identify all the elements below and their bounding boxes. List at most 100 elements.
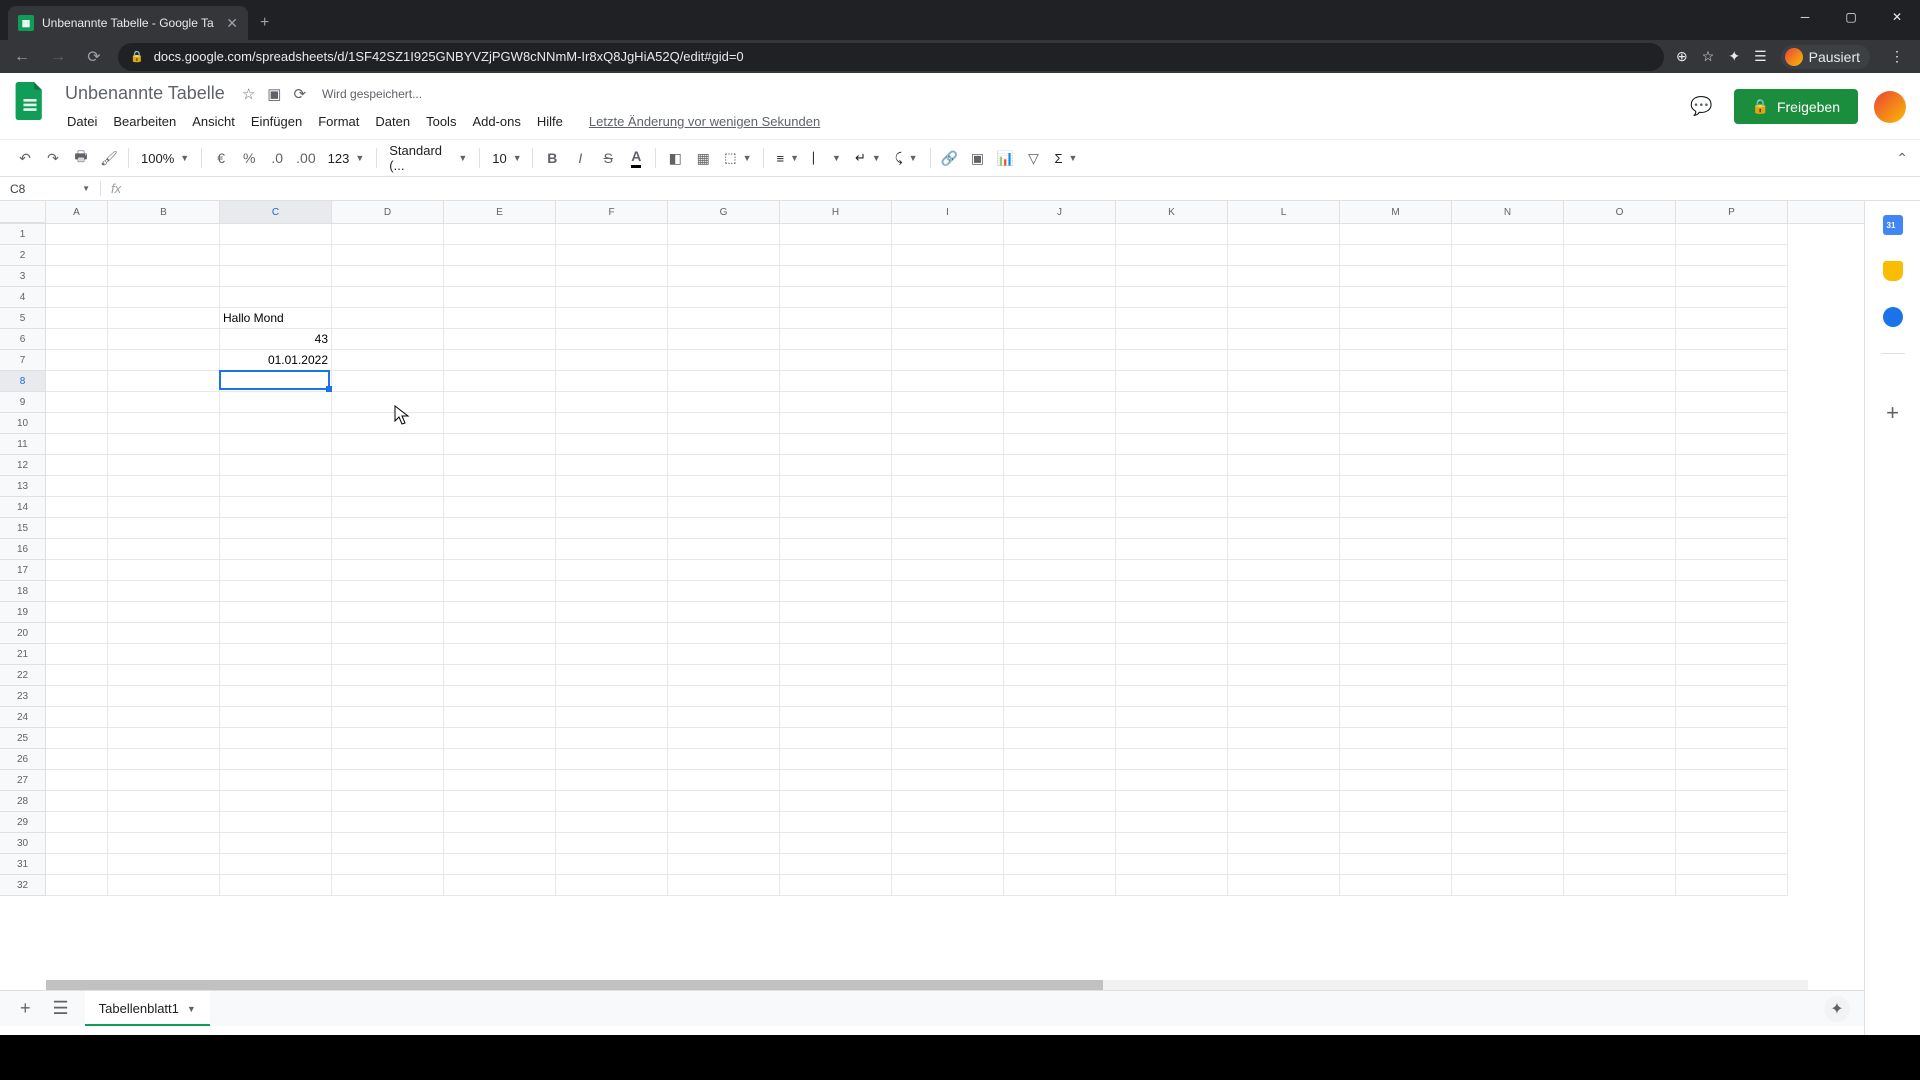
cell[interactable] xyxy=(892,455,1004,476)
cell[interactable] xyxy=(46,371,108,392)
cell[interactable] xyxy=(556,791,668,812)
cell[interactable] xyxy=(1340,665,1452,686)
cell[interactable] xyxy=(780,224,892,245)
cell[interactable] xyxy=(780,266,892,287)
cell[interactable] xyxy=(892,560,1004,581)
cell[interactable] xyxy=(108,686,220,707)
cell[interactable] xyxy=(892,497,1004,518)
cell[interactable] xyxy=(892,728,1004,749)
add-addon-button[interactable]: + xyxy=(1886,400,1899,426)
comments-button[interactable]: 💬 xyxy=(1686,91,1718,123)
cell[interactable] xyxy=(1676,518,1788,539)
cell[interactable] xyxy=(1676,770,1788,791)
cell[interactable] xyxy=(668,287,780,308)
cell[interactable] xyxy=(1004,770,1116,791)
cell[interactable] xyxy=(1452,434,1564,455)
cell[interactable] xyxy=(668,518,780,539)
cell[interactable] xyxy=(1228,749,1340,770)
cell[interactable] xyxy=(220,518,332,539)
cell[interactable] xyxy=(1676,665,1788,686)
cell[interactable] xyxy=(46,833,108,854)
cell[interactable] xyxy=(892,581,1004,602)
cell[interactable] xyxy=(1676,875,1788,896)
cell[interactable] xyxy=(332,350,444,371)
cell[interactable] xyxy=(780,413,892,434)
h-align-button[interactable]: ≡▼ xyxy=(770,151,805,166)
cell[interactable] xyxy=(1676,413,1788,434)
cell[interactable] xyxy=(108,497,220,518)
cell[interactable] xyxy=(444,707,556,728)
cell[interactable] xyxy=(1116,812,1228,833)
cell[interactable] xyxy=(46,875,108,896)
cell[interactable] xyxy=(108,455,220,476)
cell[interactable] xyxy=(1452,812,1564,833)
cell[interactable] xyxy=(556,434,668,455)
cell[interactable] xyxy=(1004,602,1116,623)
column-header[interactable]: F xyxy=(556,201,668,223)
redo-button[interactable]: ↷ xyxy=(40,145,66,171)
cell[interactable] xyxy=(444,791,556,812)
row-header[interactable]: 9 xyxy=(0,392,45,413)
cell[interactable] xyxy=(444,350,556,371)
cell[interactable] xyxy=(108,812,220,833)
cell[interactable] xyxy=(1116,371,1228,392)
cell[interactable] xyxy=(1452,749,1564,770)
cell[interactable] xyxy=(1004,644,1116,665)
cell[interactable] xyxy=(780,644,892,665)
cell[interactable] xyxy=(1564,644,1676,665)
cell[interactable] xyxy=(1228,791,1340,812)
cell[interactable] xyxy=(332,749,444,770)
cell[interactable] xyxy=(1564,224,1676,245)
merge-button[interactable]: ⬚▼ xyxy=(718,150,757,166)
cell[interactable] xyxy=(332,497,444,518)
cell[interactable] xyxy=(444,287,556,308)
cell[interactable] xyxy=(444,644,556,665)
cell[interactable] xyxy=(444,455,556,476)
cell[interactable] xyxy=(108,350,220,371)
cell[interactable] xyxy=(108,371,220,392)
text-color-button[interactable]: A xyxy=(623,145,649,171)
cell[interactable] xyxy=(556,371,668,392)
cell[interactable] xyxy=(1564,854,1676,875)
cell[interactable] xyxy=(46,854,108,875)
account-avatar[interactable] xyxy=(1874,91,1906,123)
cell[interactable] xyxy=(780,434,892,455)
percent-button[interactable]: % xyxy=(236,145,262,171)
cell[interactable] xyxy=(108,581,220,602)
cell[interactable] xyxy=(1340,497,1452,518)
print-button[interactable]: 🖶 xyxy=(68,145,94,171)
cell[interactable] xyxy=(108,560,220,581)
row-header[interactable]: 4 xyxy=(0,287,45,308)
chevron-down-icon[interactable]: ▼ xyxy=(187,1004,196,1014)
cell[interactable] xyxy=(108,644,220,665)
cell[interactable] xyxy=(1452,350,1564,371)
cell[interactable] xyxy=(332,371,444,392)
cell[interactable] xyxy=(668,728,780,749)
cell[interactable] xyxy=(46,791,108,812)
window-minimize-button[interactable]: ─ xyxy=(1782,0,1828,34)
cell[interactable] xyxy=(668,812,780,833)
cell[interactable] xyxy=(780,728,892,749)
nav-reload-button[interactable]: ⟳ xyxy=(82,47,106,67)
cell[interactable] xyxy=(1564,665,1676,686)
sheet-tab[interactable]: Tabellenblatt1 ▼ xyxy=(85,991,210,1026)
new-tab-button[interactable]: + xyxy=(248,6,281,40)
cell[interactable] xyxy=(1228,623,1340,644)
number-format-select[interactable]: 123▼ xyxy=(322,151,371,166)
cell[interactable] xyxy=(1228,497,1340,518)
column-header[interactable]: P xyxy=(1676,201,1788,223)
cell[interactable] xyxy=(1004,623,1116,644)
cell[interactable] xyxy=(332,224,444,245)
cell[interactable] xyxy=(332,833,444,854)
cell[interactable] xyxy=(1340,875,1452,896)
cell[interactable] xyxy=(1004,245,1116,266)
cell[interactable] xyxy=(1116,413,1228,434)
cell[interactable] xyxy=(108,707,220,728)
cell[interactable] xyxy=(556,602,668,623)
select-all-corner[interactable] xyxy=(0,201,46,223)
cell[interactable] xyxy=(1004,833,1116,854)
cell[interactable] xyxy=(332,539,444,560)
cell[interactable] xyxy=(556,812,668,833)
cell[interactable] xyxy=(892,329,1004,350)
cell[interactable] xyxy=(46,518,108,539)
